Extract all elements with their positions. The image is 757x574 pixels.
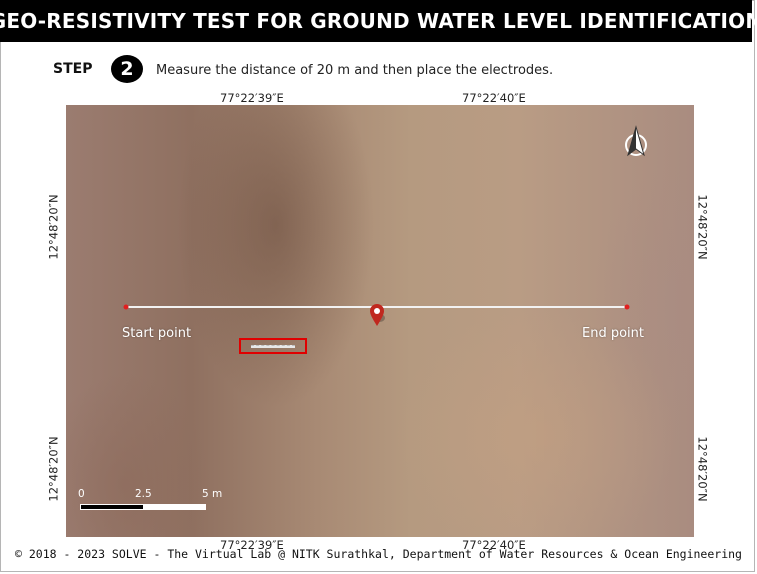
scale-bar — [80, 504, 206, 510]
coord-top-left: 77°22′39″E — [220, 91, 284, 105]
footer-copyright: © 2018 - 2023 SOLVE - The Virtual Lab @ … — [15, 547, 742, 561]
end-point-label: End point — [582, 326, 644, 341]
coord-left-lower: 12°48′20″N — [46, 436, 61, 502]
measuring-tape-icon[interactable] — [251, 345, 295, 348]
page-title: GEO-RESISTIVITY TEST FOR GROUND WATER LE… — [0, 0, 757, 42]
satellite-map[interactable]: Start point End point 0 2.5 5 m — [66, 105, 694, 537]
start-point-marker — [123, 304, 129, 310]
coord-right-lower: 12°48′20″N — [695, 436, 710, 502]
start-point-label: Start point — [122, 326, 192, 341]
measuring-tape-target[interactable] — [239, 338, 307, 354]
step-number-badge: 2 — [111, 55, 143, 83]
scale-label-zero: 0 — [78, 488, 85, 500]
coord-left-upper: 12°48′20″N — [46, 194, 61, 260]
scale-label-mid: 2.5 — [135, 488, 152, 500]
map-pin-icon[interactable] — [368, 303, 386, 327]
coord-top-right: 77°22′40″E — [462, 91, 526, 105]
end-point-marker — [624, 304, 630, 310]
coord-right-upper: 12°48′20″N — [695, 194, 710, 260]
step-label: STEP — [53, 61, 93, 77]
scale-label-end: 5 m — [202, 488, 223, 500]
step-instruction: Measure the distance of 20 m and then pl… — [156, 63, 554, 78]
